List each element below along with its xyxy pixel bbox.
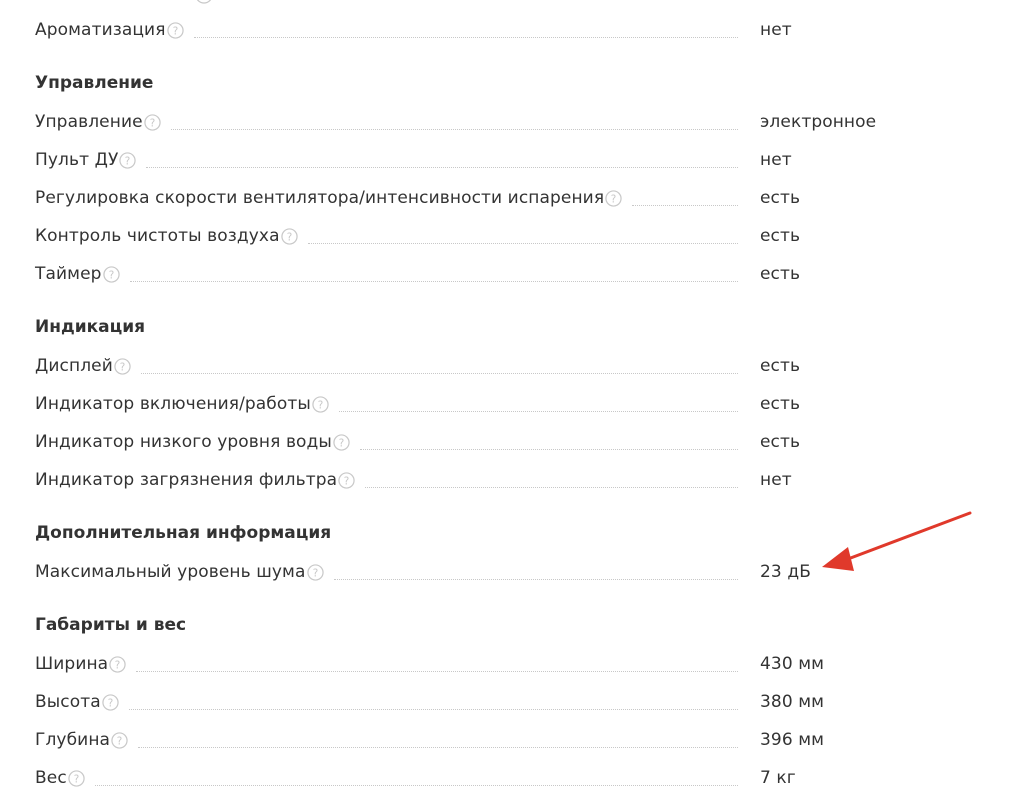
svg-text:?: ? [312, 567, 318, 579]
svg-text:?: ? [108, 697, 114, 709]
spec-row-weight: Вес ? 7 кг [35, 766, 895, 790]
svg-text:?: ? [318, 399, 324, 411]
question-circle-icon[interactable]: ? [312, 395, 329, 413]
dotted-leader [338, 411, 738, 412]
spec-value: 23 дБ [760, 562, 811, 582]
spec-value: нет [760, 470, 792, 490]
spec-row-fan-speed: Регулировка скорости вентилятора/интенси… [35, 186, 895, 210]
spec-name: Таймер [35, 264, 102, 284]
dotted-leader [146, 167, 738, 168]
question-circle-icon[interactable]: ? [333, 433, 350, 451]
group-title-dimensions: Габариты и вес [35, 615, 187, 635]
spec-name: Контроль чистоты воздуха [35, 226, 280, 246]
svg-text:?: ? [286, 231, 292, 243]
dotted-leader [365, 487, 738, 488]
red-arrow-icon [822, 511, 972, 571]
svg-text:?: ? [172, 25, 178, 37]
spec-row-timer: Таймер ? есть [35, 262, 895, 286]
spec-value: есть [760, 226, 801, 246]
svg-text:?: ? [344, 475, 350, 487]
svg-text:?: ? [74, 773, 80, 785]
dotted-leader [136, 671, 738, 672]
spec-value: есть [760, 432, 801, 452]
spec-name: Ароматизация [35, 20, 166, 40]
spec-value: есть [760, 356, 801, 376]
clipped-top-row: ? [35, 0, 895, 10]
spec-name: Дисплей [35, 356, 113, 376]
spec-value: есть [760, 264, 801, 284]
svg-text:?: ? [117, 735, 123, 747]
question-circle-icon[interactable]: ? [166, 21, 184, 39]
question-circle-icon[interactable]: ? [605, 189, 622, 207]
question-circle-icon[interactable]: ? [114, 357, 131, 375]
dotted-leader [129, 281, 738, 282]
spec-value: 430 мм [760, 654, 825, 674]
question-circle-icon[interactable]: ? [68, 769, 85, 787]
spec-row-width: Ширина ? 430 мм [35, 652, 895, 676]
spec-name: Вес [35, 768, 67, 788]
question-circle-icon[interactable]: ? [119, 151, 137, 169]
spec-value: нет [760, 20, 792, 40]
group-title-control: Управление [35, 73, 154, 93]
spec-name: Пульт ДУ [35, 150, 119, 170]
dotted-leader [307, 243, 738, 244]
question-circle-icon[interactable]: ? [111, 731, 128, 749]
spec-name: Управление [35, 112, 143, 132]
spec-name: Ширина [35, 654, 109, 674]
dotted-leader [138, 747, 738, 748]
group-title-additional-info: Дополнительная информация [35, 523, 332, 543]
spec-value: нет [760, 150, 792, 170]
svg-text:?: ? [125, 155, 131, 167]
spec-row-depth: Глубина ? 396 мм [35, 728, 895, 752]
spec-value: есть [760, 188, 801, 208]
question-circle-icon[interactable]: ? [109, 655, 126, 673]
spec-name: Индикатор низкого уровня воды [35, 432, 332, 452]
spec-row-remote: Пульт ДУ ? нет [35, 148, 895, 172]
dotted-leader [359, 449, 738, 450]
question-circle-icon[interactable]: ? [306, 563, 324, 581]
dotted-leader [193, 37, 738, 38]
spec-name: Индикатор загрязнения фильтра [35, 470, 338, 490]
dotted-leader [128, 709, 738, 710]
svg-text:?: ? [149, 117, 155, 129]
group-title-indication: Индикация [35, 317, 146, 337]
spec-value: 396 мм [760, 730, 825, 750]
spec-row-aromatization: Ароматизация ? нет [35, 18, 895, 42]
question-circle-icon[interactable]: ? [143, 113, 161, 131]
dotted-leader [140, 373, 738, 374]
spec-value: 380 мм [760, 692, 825, 712]
dotted-leader [333, 579, 738, 580]
question-circle-icon[interactable]: ? [338, 471, 355, 489]
svg-text:?: ? [339, 437, 345, 449]
spec-row-noise-level: Максимальный уровень шума ? 23 дБ [35, 560, 895, 584]
dotted-leader [170, 129, 738, 130]
spec-name: Максимальный уровень шума [35, 562, 306, 582]
spec-row-control: Управление ? электронное [35, 110, 895, 134]
question-circle-icon[interactable]: ? [102, 265, 120, 283]
svg-text:?: ? [108, 269, 114, 281]
spec-name: Высота [35, 692, 101, 712]
spec-row-low-water: Индикатор низкого уровня воды ? есть [35, 430, 895, 454]
spec-row-display: Дисплей ? есть [35, 354, 895, 378]
help-icon[interactable]: ? [195, 0, 213, 8]
spec-name: Регулировка скорости вентилятора/интенси… [35, 188, 605, 208]
svg-text:?: ? [115, 659, 121, 671]
spec-name: Глубина [35, 730, 111, 750]
spec-row-air-quality: Контроль чистоты воздуха ? есть [35, 224, 895, 248]
spec-value: электронное [760, 112, 877, 132]
spec-row-power-indicator: Индикатор включения/работы ? есть [35, 392, 895, 416]
dotted-leader [94, 785, 738, 786]
question-circle-icon[interactable]: ? [102, 693, 119, 711]
spec-row-height: Высота ? 380 мм [35, 690, 895, 714]
question-circle-icon[interactable]: ? [280, 227, 298, 245]
spec-value: есть [760, 394, 801, 414]
spec-name: Индикатор включения/работы [35, 394, 311, 414]
svg-text:?: ? [120, 361, 126, 373]
svg-text:?: ? [201, 0, 207, 2]
spec-row-filter-indicator: Индикатор загрязнения фильтра ? нет [35, 468, 895, 492]
dotted-leader [632, 205, 738, 206]
spec-value: 7 кг [760, 768, 796, 788]
svg-text:?: ? [611, 193, 617, 205]
